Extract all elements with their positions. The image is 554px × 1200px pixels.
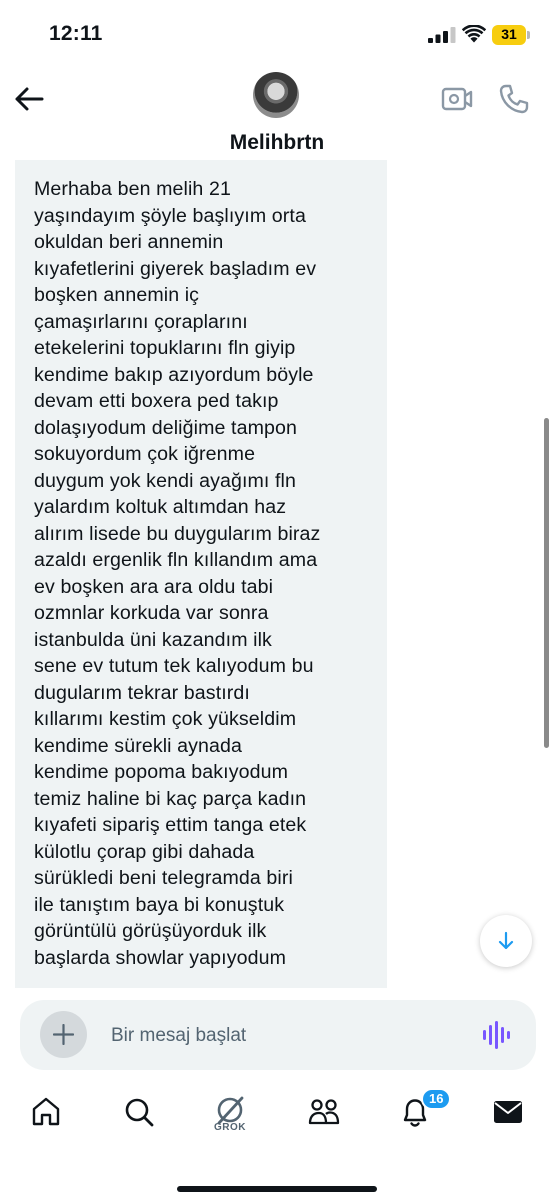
grok-label: GROK [214,1122,246,1133]
messages-envelope-icon [494,1101,522,1123]
home-icon [32,1097,60,1126]
search-icon [125,1098,154,1127]
add-media-button[interactable] [40,1011,87,1058]
message-list[interactable]: Merhaba ben melih 21 yaşındayım şöyle ba… [0,160,554,988]
scrollbar[interactable] [544,418,549,748]
home-indicator[interactable] [177,1186,377,1192]
arrow-left-icon [15,87,44,111]
nav-notifications[interactable]: 16 [385,1088,452,1142]
arrow-down-icon [498,931,514,950]
battery-indicator: 31 [492,25,530,45]
plus-icon [53,1024,74,1045]
cellular-signal-icon [428,27,456,43]
voice-waveform-icon [483,1021,510,1049]
communities-icon [308,1099,340,1125]
bottom-navigation: GROK 16 [0,1074,554,1200]
back-button[interactable] [12,84,46,114]
phone-icon [499,84,529,114]
status-time: 12:11 [49,22,103,45]
nav-search[interactable] [109,1092,169,1142]
wifi-icon [462,25,486,43]
voice-call-button[interactable] [498,83,530,115]
conversation-header: Melihbrtn [0,72,554,162]
video-call-button[interactable] [441,84,473,114]
message-composer [0,988,554,1074]
voice-message-button[interactable] [482,1021,512,1049]
status-bar: 12:11 31 [0,0,554,72]
nav-grok[interactable]: GROK [200,1092,260,1142]
battery-level: 31 [501,26,517,42]
composer-box [20,1000,536,1070]
notification-count-badge: 16 [421,1088,452,1110]
nav-home[interactable] [16,1092,76,1142]
nav-communities[interactable] [293,1092,353,1142]
contact-avatar[interactable] [253,72,299,118]
contact-name[interactable]: Melihbrtn [0,131,554,155]
message-input[interactable] [111,1024,451,1048]
message-text: Merhaba ben melih 21 yaşındayım şöyle ba… [34,178,321,969]
nav-messages[interactable] [478,1092,538,1142]
scroll-to-bottom-button[interactable] [480,915,532,967]
received-message-bubble[interactable]: Merhaba ben melih 21 yaşındayım şöyle ba… [15,160,387,988]
video-camera-icon [441,87,473,111]
